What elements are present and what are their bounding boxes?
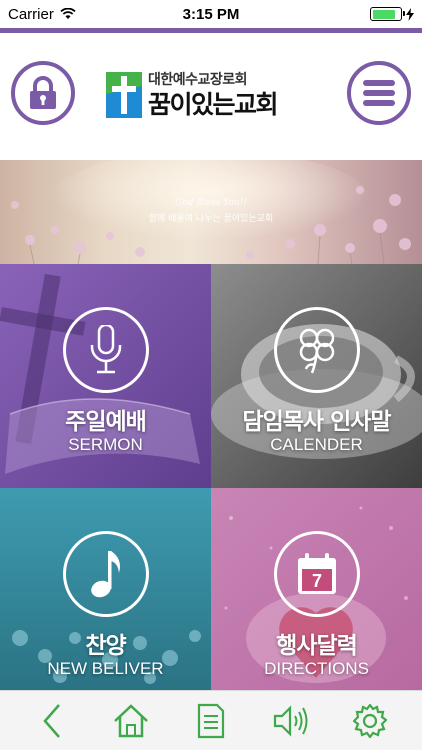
speaker-icon xyxy=(273,704,308,737)
microphone-icon xyxy=(90,325,121,374)
tile-title-ko: 주일예배 xyxy=(65,409,147,435)
wifi-icon xyxy=(60,8,76,19)
home-icon xyxy=(114,703,149,737)
tile-title-en: CALENDER xyxy=(270,435,363,454)
back-button[interactable] xyxy=(28,697,76,745)
cross-logo-icon xyxy=(106,72,142,118)
welcome-banner[interactable]: God Bless You!! 함께 배울며 나누는 꿈이있는교회 xyxy=(0,160,422,264)
logo-subtitle: 대한예수교장로회 xyxy=(148,72,248,88)
sound-button[interactable] xyxy=(267,697,315,745)
status-left: Carrier xyxy=(8,6,76,23)
tile-title-ko: 담임목사 인사말 xyxy=(242,409,391,435)
praise-icon-circle xyxy=(62,531,149,617)
greeting-icon-circle xyxy=(273,307,360,393)
tile-title-ko: 찬양 xyxy=(85,633,126,659)
banner-greeting: God Bless You!! xyxy=(175,198,247,208)
tile-sermon[interactable]: 주일예배 SERMON xyxy=(0,264,211,488)
tile-event-calendar[interactable]: 7 행사달력 DIRECTIONS xyxy=(211,488,422,690)
status-bar: Carrier 3:15 PM xyxy=(0,0,422,28)
home-button[interactable] xyxy=(107,697,155,745)
tile-title-en: DIRECTIONS xyxy=(264,659,369,678)
tile-title-en: NEW BELIVER xyxy=(47,659,164,678)
settings-button[interactable] xyxy=(346,697,394,745)
battery-icon xyxy=(370,7,405,21)
menu-button[interactable] xyxy=(347,61,411,125)
banner-slogan: 함께 배울며 나누는 꿈이있는교회 xyxy=(148,214,274,224)
battery-level xyxy=(372,9,396,19)
tile-title-en: SERMON xyxy=(68,435,143,454)
gear-icon xyxy=(353,703,388,738)
bottom-toolbar xyxy=(0,690,422,750)
logo-text: 대한예수교장로회 꿈이있는교회 xyxy=(148,69,279,121)
status-right xyxy=(370,7,414,21)
app-header: 대한예수교장로회 꿈이있는교회 xyxy=(0,33,422,160)
logo-name: 꿈이있는교회 xyxy=(148,90,279,119)
tile-praise[interactable]: 찬양 NEW BELIVER xyxy=(0,488,211,690)
sermon-icon-circle xyxy=(62,307,149,393)
lock-button[interactable] xyxy=(11,61,75,125)
music-note-icon xyxy=(90,551,120,598)
lock-icon xyxy=(30,76,56,109)
calendar-icon-circle: 7 xyxy=(273,531,360,617)
carrier-label: Carrier xyxy=(8,5,54,23)
document-button[interactable] xyxy=(187,697,235,745)
charging-icon xyxy=(406,7,414,21)
document-icon xyxy=(197,703,225,738)
calendar-icon: 7 xyxy=(297,553,336,594)
calendar-day-number: 7 xyxy=(311,571,321,591)
menu-icon xyxy=(363,80,395,106)
tile-pastor-greeting[interactable]: 담임목사 인사말 CALENDER xyxy=(211,264,422,488)
clover-icon xyxy=(299,328,334,374)
church-logo[interactable]: 대한예수교장로회 꿈이있는교회 xyxy=(106,65,316,125)
tile-title-ko: 행사달력 xyxy=(276,633,358,659)
back-icon xyxy=(43,703,60,738)
